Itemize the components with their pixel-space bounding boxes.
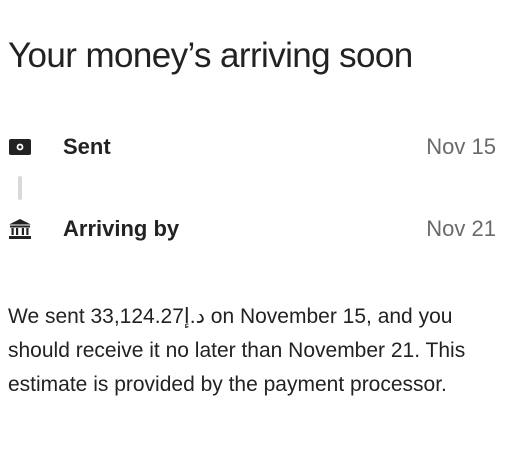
payout-timeline: Sent Nov 15 Arriving by Nov 21: [0, 0, 513, 260]
timeline-step-arriving: Arriving by Nov 21: [0, 214, 513, 244]
step-label: Sent: [63, 134, 111, 159]
timeline-connector: [18, 176, 22, 200]
step-date: Nov 15: [426, 134, 496, 159]
bank-icon: [9, 219, 31, 239]
timeline-step-sent: Sent Nov 15: [0, 132, 513, 162]
step-date: Nov 21: [426, 216, 496, 241]
payout-description: We sent 33,124.27د.إ on November 15, and…: [8, 305, 466, 396]
cash-icon: [9, 137, 31, 157]
step-label: Arriving by: [63, 216, 180, 241]
